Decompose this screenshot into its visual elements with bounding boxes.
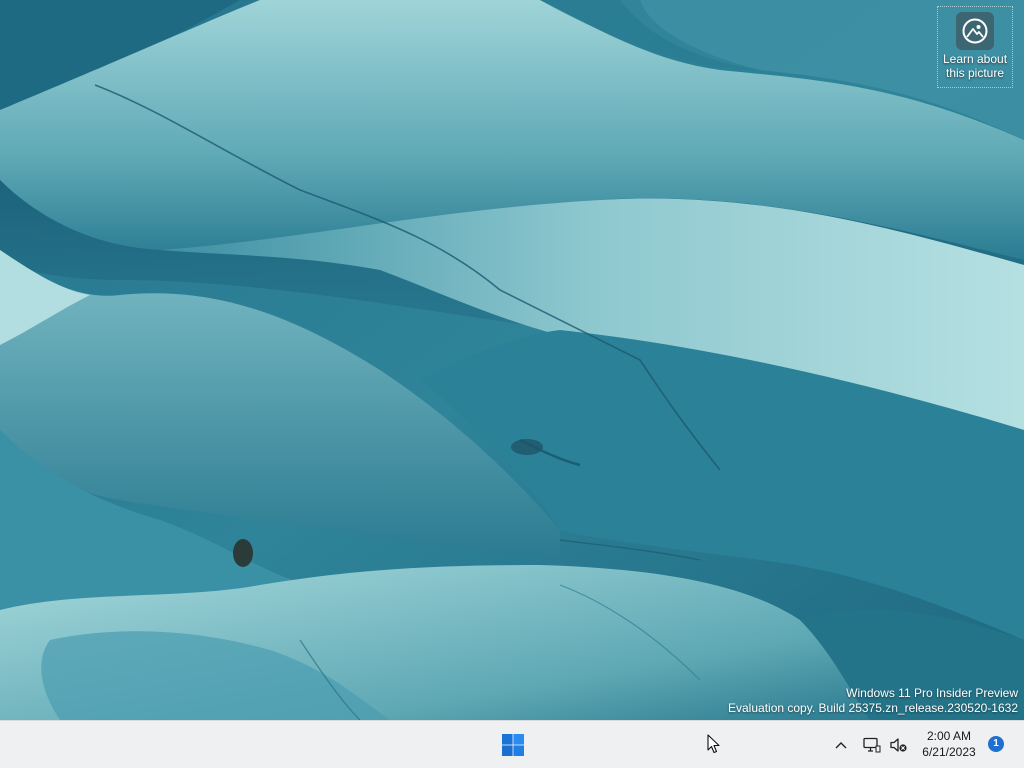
show-hidden-icons-button[interactable] <box>830 733 852 757</box>
taskbar: 2:00 AM 6/21/2023 1 <box>0 720 1024 768</box>
clock-date: 6/21/2023 <box>922 745 976 759</box>
network-icon <box>862 737 880 753</box>
learn-about-picture-label: Learn about this picture <box>942 52 1008 80</box>
clock-datetime[interactable]: 2:00 AM 6/21/2023 <box>913 728 985 760</box>
learn-about-picture-widget[interactable]: Learn about this picture <box>937 6 1013 88</box>
quick-settings-button[interactable] <box>858 731 912 759</box>
desktop[interactable]: Learn about this picture Windows 11 Pro … <box>0 0 1024 720</box>
wallpaper-snow-dunes <box>0 0 1024 720</box>
clock-time: 2:00 AM <box>926 729 972 743</box>
watermark-build: Evaluation copy. Build 25375.zn_release.… <box>728 701 1018 715</box>
mouse-cursor-icon <box>707 734 721 759</box>
watermark-edition: Windows 11 Pro Insider Preview <box>846 686 1018 700</box>
chevron-up-icon <box>835 742 847 749</box>
notification-badge[interactable]: 1 <box>988 736 1004 752</box>
windows-logo-icon <box>502 734 524 756</box>
evaluation-watermark: Windows 11 Pro Insider Preview Evaluatio… <box>728 686 1018 716</box>
start-button[interactable] <box>494 726 532 764</box>
volume-muted-icon <box>889 738 907 752</box>
learn-about-picture-icon <box>956 12 994 50</box>
